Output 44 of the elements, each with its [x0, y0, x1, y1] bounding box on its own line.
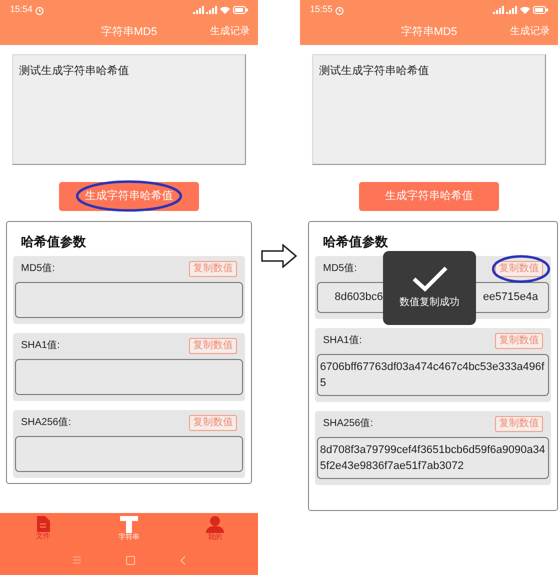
battery-icon	[533, 6, 548, 14]
copy-value-button[interactable]: 复制数值	[495, 260, 543, 276]
hash-label: SHA1值:	[21, 339, 60, 353]
text-input-field[interactable]: 测试生成字符串哈希值	[312, 54, 546, 165]
alarm-icon	[334, 6, 344, 14]
history-button[interactable]: 生成记录	[210, 24, 250, 39]
back-icon	[180, 556, 186, 564]
person-icon	[206, 516, 224, 533]
signal-icon	[493, 6, 517, 14]
alarm-icon	[34, 6, 44, 14]
document-icon	[36, 516, 50, 532]
copy-value-button[interactable]: 复制数值	[495, 332, 543, 348]
copy-value-button[interactable]: 复制数值	[495, 416, 543, 432]
hash-value: ee5715e4a	[483, 290, 540, 304]
battery-icon	[233, 6, 248, 14]
checkmark-icon	[412, 266, 448, 292]
section-title: 哈希值参数	[20, 233, 87, 251]
copy-value-button[interactable]: 复制数值	[189, 260, 237, 276]
hash-label: SHA1值:	[323, 334, 362, 348]
hash-label: MD5值:	[323, 262, 357, 276]
hash-label: MD5值:	[21, 262, 55, 276]
wifi-icon	[520, 6, 530, 14]
menu-icon	[72, 556, 80, 564]
hash-label: SHA256值:	[323, 417, 374, 431]
screen-title: 字符串MD5	[100, 24, 158, 40]
copy-value-button[interactable]: 复制数值	[189, 414, 237, 430]
hash-label: SHA256值:	[21, 416, 72, 430]
signal-icon	[193, 6, 217, 14]
letter-t-icon	[120, 516, 138, 533]
status-time: 15:55	[310, 3, 333, 16]
wifi-icon	[220, 6, 230, 14]
text-input-field[interactable]: 测试生成字符串哈希值	[12, 54, 246, 165]
hash-value-field: 8d708f3a79799cef4f3651bcb6d59f6a9090a345f2e43e9836f7ae51f7ab3072	[317, 436, 549, 478]
home-icon	[126, 556, 134, 564]
copy-value-button[interactable]: 复制数值	[189, 338, 237, 354]
section-title: 哈希值参数	[322, 233, 389, 251]
history-button[interactable]: 生成记录	[510, 24, 550, 39]
status-time: 15:54	[10, 3, 33, 16]
hash-value: 8d603bc6	[334, 290, 383, 304]
toast-message: 数值复制成功	[400, 296, 460, 310]
screen-title: 字符串MD5	[400, 24, 458, 40]
hash-value-field: 6706bff67763df03a474c467c4bc53e333a496f5	[317, 354, 549, 396]
right-arrow-icon	[261, 244, 297, 268]
generate-hash-button[interactable]: 生成字符串哈希值	[359, 182, 499, 211]
